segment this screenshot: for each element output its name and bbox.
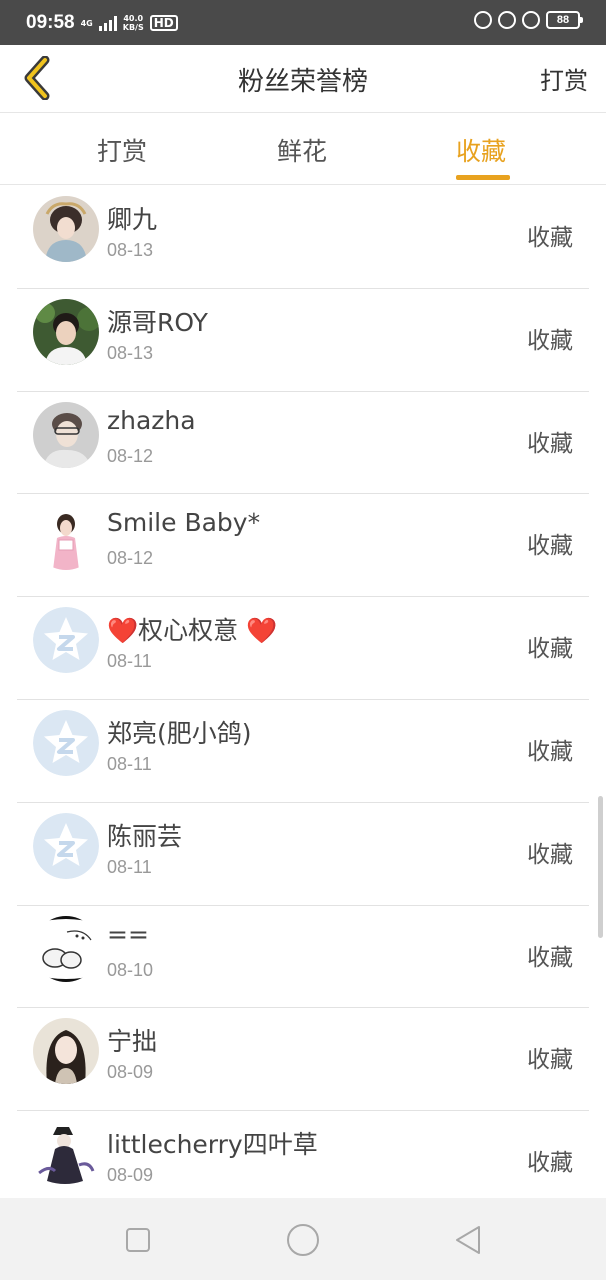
fan-name: littlecherry四叶草 [107, 1130, 318, 1160]
triangle-back-icon [456, 1226, 480, 1254]
avatar [33, 1018, 99, 1085]
avatar [33, 1121, 99, 1188]
list-item[interactable]: 卿九 08-13 收藏 [17, 186, 589, 289]
fan-date: 08-11 [107, 753, 152, 774]
avatar [33, 298, 99, 365]
fan-list[interactable]: 卿九 08-13 收藏 源哥ROY 08-13 收藏 zhazha 08-12 … [0, 186, 606, 1198]
reward-button[interactable]: 打赏 [540, 61, 588, 96]
list-item[interactable]: ❤️权心权意 ❤️ 08-11 收藏 [17, 597, 589, 700]
status-bar: 09:58 4G 40.0 KB/S HD 88 [0, 0, 606, 45]
avatar [33, 401, 99, 468]
avatar [33, 504, 99, 571]
tab-bar: 打赏 鲜花 收藏 [0, 114, 606, 185]
alarm-icon [522, 11, 540, 29]
network-type: 4G [80, 18, 93, 28]
list-item[interactable]: 陈丽芸 08-11 收藏 [17, 803, 589, 906]
fan-action: 收藏 [527, 1047, 573, 1074]
fan-date: 08-12 [107, 445, 154, 466]
fan-date: 08-13 [107, 240, 154, 260]
status-time: 09:58 [26, 12, 75, 33]
hd-icon: HD [149, 15, 178, 31]
recent-apps-button[interactable] [120, 1222, 156, 1258]
fan-action: 收藏 [527, 738, 573, 765]
square-icon [126, 1228, 150, 1252]
fan-date: 08-11 [107, 856, 152, 877]
list-scrollbar[interactable] [598, 796, 603, 938]
avatar [33, 196, 99, 262]
battery-icon: 88 [546, 11, 583, 29]
fan-action: 收藏 [527, 327, 573, 354]
tab-flowers[interactable]: 鲜花 [277, 132, 327, 168]
default-qq-star-icon [33, 812, 99, 879]
fan-date: 08-13 [107, 342, 154, 363]
fan-date: 08-09 [107, 1165, 154, 1186]
home-button[interactable] [285, 1222, 321, 1258]
list-item[interactable]: Smile Baby* 08-12 收藏 [17, 494, 589, 598]
tab-favorites[interactable]: 收藏 [456, 132, 506, 168]
fan-date: 08-12 [107, 548, 154, 569]
avatar [33, 915, 99, 982]
fan-date: 08-11 [107, 651, 152, 672]
active-tab-indicator [456, 175, 510, 180]
list-item[interactable]: 源哥ROY 08-13 收藏 [17, 289, 589, 392]
fan-name: 宁拙 [107, 1027, 158, 1057]
fan-name: 郑亮(肥小鸽) [107, 718, 252, 748]
tab-reward[interactable]: 打赏 [97, 132, 147, 168]
fan-action: 收藏 [527, 430, 573, 457]
signal-icon [98, 15, 117, 31]
list-item[interactable]: 郑亮(肥小鸽) 08-11 收藏 [17, 700, 589, 803]
fan-name: zhazha [107, 405, 196, 435]
fan-name: 源哥ROY [107, 307, 208, 337]
lock-rotation-icon [498, 11, 516, 29]
speed-unit: KB/S [122, 23, 144, 32]
fan-action: 收藏 [527, 1150, 573, 1177]
system-nav-bar [0, 1198, 606, 1280]
app-header: 粉丝荣誉榜 打赏 [0, 45, 606, 113]
network-speed: 40.0 KB/S [123, 14, 144, 32]
fan-date: 08-09 [107, 1062, 154, 1083]
fan-name: 卿九 [107, 205, 158, 234]
speed-value: 40.0 [123, 14, 144, 23]
fan-name: 陈丽芸 [107, 821, 183, 851]
fan-date: 08-10 [107, 959, 154, 980]
fan-action: 收藏 [527, 944, 573, 971]
fan-name: ❤️权心权意 ❤️ [107, 616, 278, 646]
list-item[interactable]: littlecherry四叶草 08-09 收藏 [17, 1111, 589, 1198]
list-item[interactable]: 宁拙 08-09 收藏 [17, 1008, 589, 1112]
default-qq-star-icon [33, 607, 99, 674]
fan-action: 收藏 [527, 841, 573, 868]
fan-action: 收藏 [527, 225, 573, 251]
list-item[interactable]: == 08-10 收藏 [17, 906, 589, 1009]
fan-action: 收藏 [527, 533, 573, 560]
back-nav-button[interactable] [450, 1222, 486, 1258]
page-title: 粉丝荣誉榜 [237, 67, 368, 97]
data-saver-icon [474, 11, 492, 29]
list-item[interactable]: zhazha 08-12 收藏 [17, 392, 589, 495]
circle-icon [287, 1224, 319, 1256]
fan-action: 收藏 [527, 636, 573, 663]
fan-name: == [107, 919, 149, 949]
fan-name: Smile Baby* [107, 508, 261, 538]
default-qq-star-icon [33, 709, 99, 776]
